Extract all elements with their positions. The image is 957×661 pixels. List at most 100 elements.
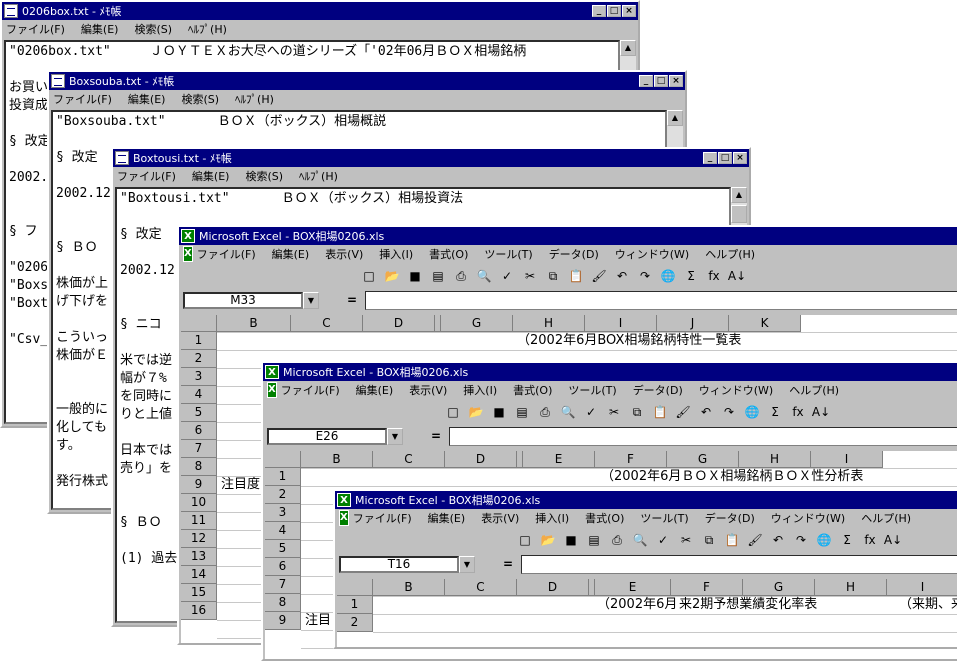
scroll-up-arrow-icon[interactable]: ▲: [731, 187, 747, 203]
column-header[interactable]: B: [373, 579, 445, 596]
title-bar[interactable]: X Microsoft Excel - BOX相場0206.xls: [335, 491, 957, 509]
close-button[interactable]: ×: [733, 152, 747, 164]
menu-insert[interactable]: 挿入(I): [463, 382, 497, 398]
column-header[interactable]: I: [811, 451, 883, 468]
function-icon[interactable]: Σ: [837, 530, 857, 550]
format-painter-icon[interactable]: 📋: [650, 402, 670, 422]
column-header[interactable]: J: [657, 315, 729, 332]
cell-f1-title[interactable]: 来2期予想業績変化率表: [679, 596, 817, 614]
menu-view[interactable]: 表示(V): [325, 246, 363, 262]
formula-input[interactable]: [521, 554, 957, 574]
cell-f1-title[interactable]: （2002年6月ＢＯＸ相場銘柄ＢＯＸ性分析表: [601, 468, 863, 486]
column-header[interactable]: B: [301, 451, 373, 468]
row-header[interactable]: 2: [181, 350, 217, 368]
menu-search[interactable]: 検索(S): [181, 91, 219, 107]
cut-icon[interactable]: ✓: [581, 402, 601, 422]
menu-edit[interactable]: 編集(E): [81, 21, 119, 37]
paste-icon[interactable]: ⧉: [699, 530, 719, 550]
cell-e1-title[interactable]: （2002年6月: [597, 596, 677, 614]
row-header[interactable]: 2: [337, 614, 373, 632]
print-icon[interactable]: ▤: [428, 266, 448, 286]
name-box[interactable]: E26 ▼: [267, 427, 403, 445]
row-header[interactable]: 4: [181, 386, 217, 404]
column-header[interactable]: C: [291, 315, 363, 332]
column-header[interactable]: H: [815, 579, 887, 596]
row-header[interactable]: 15: [181, 584, 217, 602]
preview-icon[interactable]: ⎙: [607, 530, 627, 550]
minimize-button[interactable]: _: [592, 5, 606, 17]
column-header[interactable]: K: [729, 315, 801, 332]
row-header[interactable]: 8: [181, 458, 217, 476]
column-header[interactable]: G: [667, 451, 739, 468]
column-header[interactable]: H: [739, 451, 811, 468]
menu-search[interactable]: 検索(S): [134, 21, 172, 37]
row-header[interactable]: 10: [181, 494, 217, 512]
column-header[interactable]: D: [445, 451, 517, 468]
undo-icon[interactable]: 🖌: [745, 530, 765, 550]
sort-asc-icon[interactable]: fx: [860, 530, 880, 550]
menu-tools[interactable]: ツール(T): [640, 510, 688, 526]
menu-edit[interactable]: 編集(E): [272, 246, 310, 262]
column-header[interactable]: E: [595, 579, 671, 596]
row-header[interactable]: 7: [265, 576, 301, 594]
hyperlink-icon[interactable]: ↷: [791, 530, 811, 550]
scroll-thumb[interactable]: [731, 205, 747, 223]
worksheet-grid[interactable]: B C D E F G H I 12 （2002年6月 来2期予想業績変化率表 …: [337, 579, 957, 647]
print-icon[interactable]: ▤: [584, 530, 604, 550]
select-all-corner[interactable]: [265, 451, 301, 468]
sort-desc-icon[interactable]: A↓: [727, 266, 747, 286]
save-icon[interactable]: ■: [489, 402, 509, 422]
row-header[interactable]: 6: [181, 422, 217, 440]
cell-b9[interactable]: 注目: [305, 612, 331, 630]
format-painter-icon[interactable]: 📋: [566, 266, 586, 286]
column-header[interactable]: E: [523, 451, 595, 468]
menu-data[interactable]: データ(D): [705, 510, 755, 526]
dropdown-arrow-icon[interactable]: ▼: [459, 555, 475, 573]
save-icon[interactable]: ■: [561, 530, 581, 550]
row-header[interactable]: 1: [265, 468, 301, 486]
dropdown-arrow-icon[interactable]: ▼: [387, 427, 403, 445]
paste-icon[interactable]: ⧉: [627, 402, 647, 422]
minimize-button[interactable]: _: [703, 152, 717, 164]
menu-format[interactable]: 書式(O): [513, 382, 552, 398]
row-header[interactable]: 12: [181, 530, 217, 548]
spell-icon[interactable]: 🔍: [474, 266, 494, 286]
menu-help[interactable]: ヘルプ(H): [705, 246, 755, 262]
menu-help[interactable]: ヘルプ(H): [789, 382, 839, 398]
scroll-up-arrow-icon[interactable]: ▲: [667, 110, 683, 126]
column-header[interactable]: D: [517, 579, 589, 596]
maximize-button[interactable]: □: [654, 75, 668, 87]
row-header[interactable]: 9: [265, 612, 301, 630]
column-header[interactable]: I: [585, 315, 657, 332]
menu-edit[interactable]: 編集(E): [128, 91, 166, 107]
menu-help[interactable]: ﾍﾙﾌﾟ(H): [235, 91, 274, 107]
cell-g1-title[interactable]: （2002年6月BOX相場銘柄特性一覧表: [517, 332, 741, 350]
title-bar[interactable]: 0206box.txt - ﾒﾓ帳 _ □ ×: [2, 2, 638, 20]
sort-asc-icon[interactable]: fx: [788, 402, 808, 422]
cell-b9[interactable]: 注目度: [221, 476, 260, 494]
spell-icon[interactable]: 🔍: [630, 530, 650, 550]
sort-asc-icon[interactable]: fx: [704, 266, 724, 286]
menu-help[interactable]: ヘルプ(H): [861, 510, 911, 526]
menu-window[interactable]: ウィンドウ(W): [615, 246, 689, 262]
row-header[interactable]: 3: [265, 504, 301, 522]
row-header[interactable]: 9: [181, 476, 217, 494]
menu-view[interactable]: 表示(V): [481, 510, 519, 526]
open-icon[interactable]: 📂: [382, 266, 402, 286]
paste-icon[interactable]: ⧉: [543, 266, 563, 286]
workbook-icon[interactable]: X: [339, 510, 349, 526]
copy-icon[interactable]: ✂: [520, 266, 540, 286]
maximize-button[interactable]: □: [718, 152, 732, 164]
menu-data[interactable]: データ(D): [549, 246, 599, 262]
menu-window[interactable]: ウィンドウ(W): [771, 510, 845, 526]
menu-view[interactable]: 表示(V): [409, 382, 447, 398]
autosum-icon[interactable]: 🌐: [742, 402, 762, 422]
close-button[interactable]: ×: [622, 5, 636, 17]
autosum-icon[interactable]: 🌐: [814, 530, 834, 550]
hyperlink-icon[interactable]: ↷: [719, 402, 739, 422]
select-all-corner[interactable]: [181, 315, 217, 332]
cut-icon[interactable]: ✓: [497, 266, 517, 286]
workbook-icon[interactable]: X: [183, 246, 193, 262]
menu-file[interactable]: ファイル(F): [281, 382, 340, 398]
redo-icon[interactable]: ↶: [768, 530, 788, 550]
